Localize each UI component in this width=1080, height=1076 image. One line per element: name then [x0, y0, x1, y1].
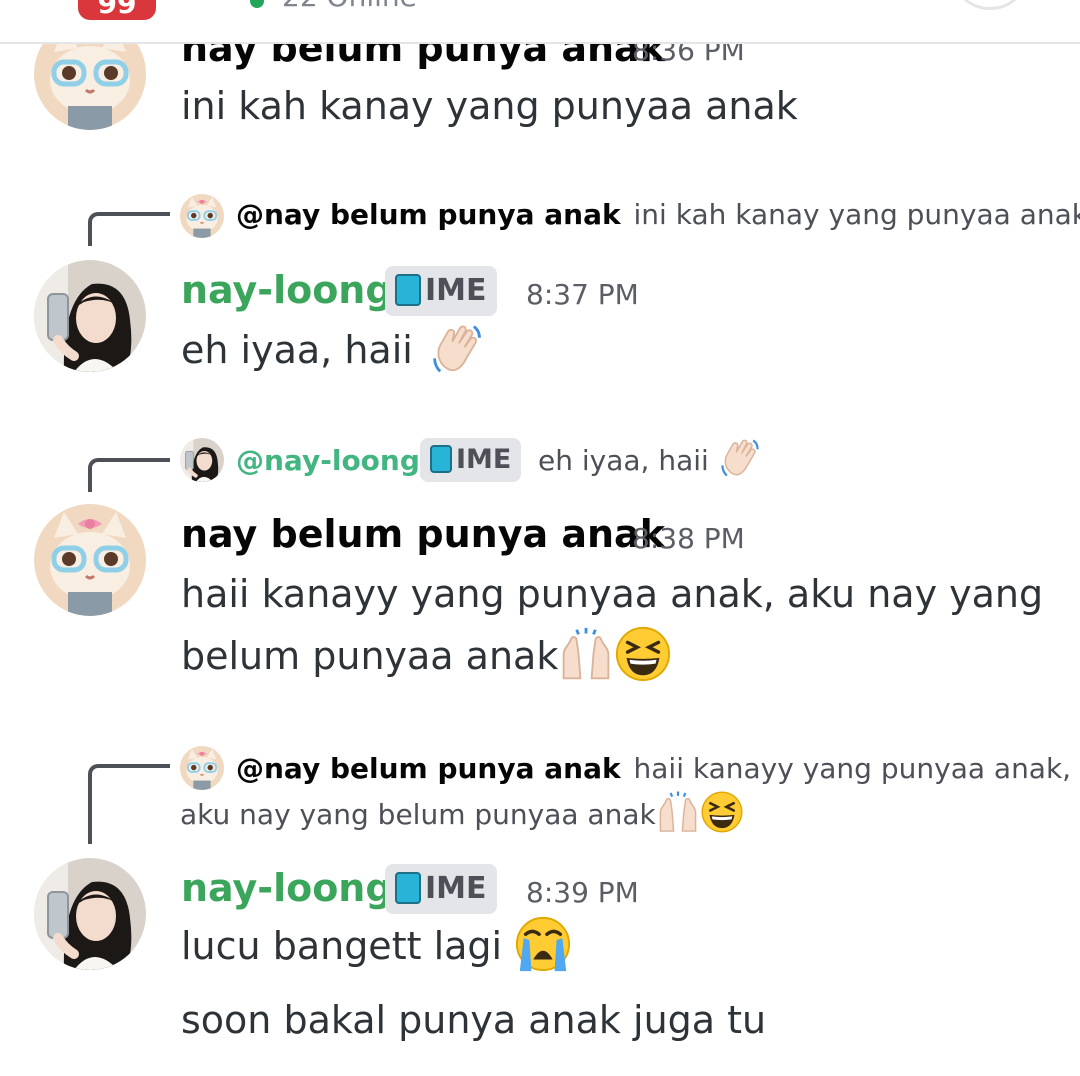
- reply-connector: [88, 764, 170, 844]
- reply-avatar[interactable]: [180, 194, 224, 238]
- message-timestamp: 8:39 PM: [526, 876, 639, 909]
- reply-text: eh iyaa, haii: [538, 444, 709, 477]
- message-text: belum punyaa anak: [181, 634, 672, 683]
- reply-text-row: eh iyaa, haii: [538, 444, 762, 480]
- message-line: eh iyaa, haii: [181, 328, 413, 372]
- message-text: eh iyaa, haii: [181, 328, 485, 377]
- reply-avatar[interactable]: [180, 746, 224, 790]
- cat-avatar-icon: [180, 746, 224, 790]
- girl-avatar-icon: [180, 438, 224, 482]
- waving-hand-icon: [429, 321, 485, 377]
- role-tag[interactable]: IME: [385, 864, 497, 914]
- grinning-squinting-face-icon: [614, 625, 672, 683]
- message-text: ini kah kanay yang punyaa anak: [181, 84, 798, 128]
- reply-preview[interactable]: @nay belum punya anak haii kanayy yang p…: [236, 752, 1071, 785]
- reply-text-row: aku nay yang belum punyaa anak: [180, 798, 744, 834]
- message-text: haii kanayy yang punyaa anak, aku nay ya…: [181, 572, 1044, 616]
- reply-author[interactable]: @nay-loong: [236, 444, 420, 477]
- reply-author[interactable]: @nay belum punya anak: [236, 198, 621, 231]
- waving-hand-icon: [718, 436, 762, 480]
- raising-hands-icon: [558, 626, 614, 682]
- message-line: belum punyaa anak: [181, 634, 559, 678]
- girl-avatar-icon: [34, 260, 146, 372]
- girl-avatar-icon: [34, 858, 146, 970]
- message-author[interactable]: nay-loong: [181, 268, 393, 312]
- reply-preview[interactable]: @nay-loong: [236, 444, 420, 477]
- raising-hands-icon: [656, 790, 700, 834]
- cat-avatar-icon: [180, 194, 224, 238]
- message-timestamp: 8:38 PM: [632, 522, 745, 555]
- header-action-button[interactable]: [950, 0, 1030, 10]
- grinning-squinting-face-icon: [700, 790, 744, 834]
- avatar[interactable]: [34, 260, 146, 372]
- reply-author[interactable]: @nay belum punya anak: [236, 752, 621, 785]
- message-text: lucu bangett lagi: [181, 924, 572, 973]
- guild-tag-icon: [395, 273, 421, 306]
- online-count: 22 Online: [282, 0, 417, 13]
- reply-connector: [88, 212, 170, 246]
- message-line: lucu bangett lagi: [181, 924, 503, 968]
- cat-avatar-icon: [34, 504, 146, 616]
- message-text: soon bakal punya anak juga tu: [181, 998, 767, 1042]
- notification-badge[interactable]: 99: [78, 0, 156, 20]
- message-author[interactable]: nay-loong: [181, 866, 393, 910]
- online-status-icon: [250, 0, 264, 8]
- reply-text: ini kah kanay yang punyaa anak: [633, 198, 1080, 231]
- avatar[interactable]: [34, 504, 146, 616]
- channel-header: 99 22 Online: [0, 0, 1080, 44]
- role-tag-label: IME: [456, 444, 512, 475]
- loudly-crying-face-icon: [514, 915, 572, 973]
- reply-connector: [88, 458, 170, 492]
- role-tag-label: IME: [425, 871, 487, 906]
- guild-tag-icon: [395, 871, 421, 904]
- reply-preview[interactable]: @nay belum punya anak ini kah kanay yang…: [236, 198, 1080, 231]
- role-tag-label: IME: [425, 273, 487, 308]
- avatar[interactable]: [34, 858, 146, 970]
- reply-text: haii kanayy yang punyaa anak,: [633, 752, 1072, 785]
- reply-avatar[interactable]: [180, 438, 224, 482]
- reply-text: aku nay yang belum punyaa anak: [180, 798, 656, 831]
- message-author[interactable]: nay belum punya anak: [181, 512, 665, 556]
- message-timestamp: 8:37 PM: [526, 278, 639, 311]
- role-tag[interactable]: IME: [420, 438, 522, 482]
- guild-tag-icon: [430, 444, 452, 473]
- role-tag[interactable]: IME: [385, 266, 497, 316]
